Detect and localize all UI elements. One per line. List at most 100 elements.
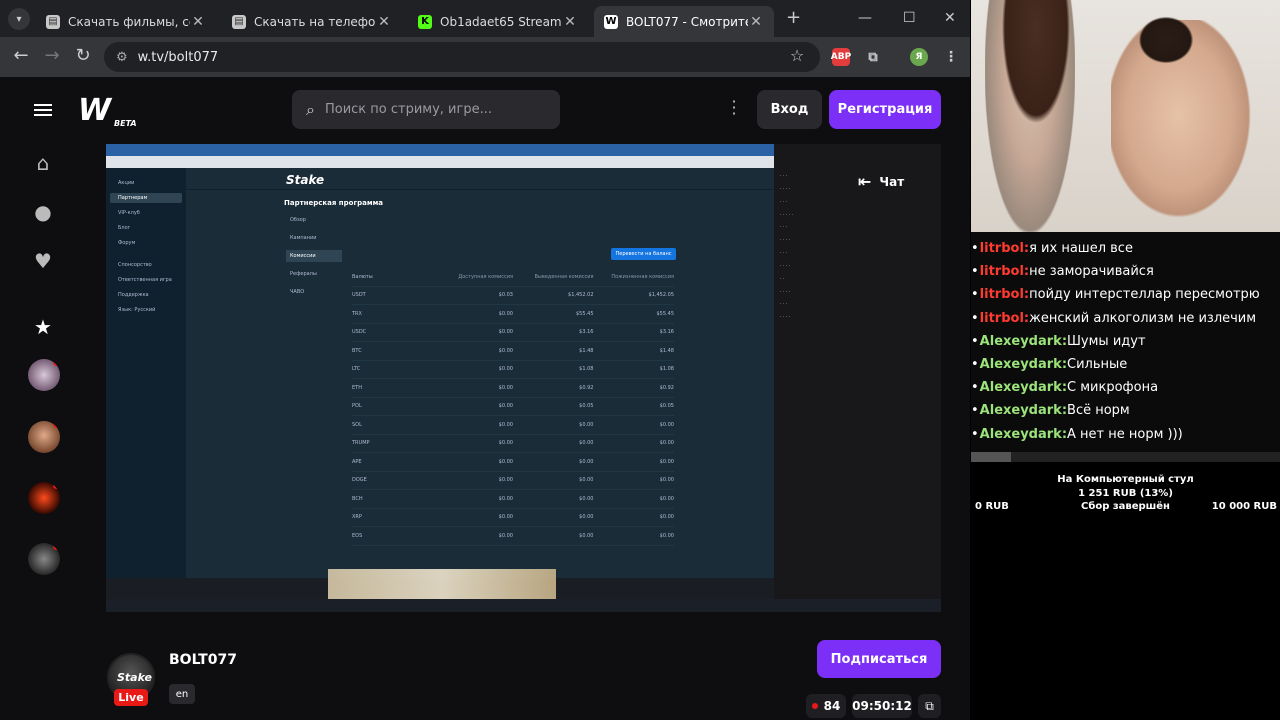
logo-badge: BETA: [114, 119, 137, 128]
heart-icon[interactable]: ♥: [31, 249, 55, 273]
close-icon[interactable]: ✕: [748, 14, 764, 30]
stake-table-row: TRX $0.00 $55.45 $55.45: [352, 305, 674, 324]
channel-avatar-text: Stake: [117, 671, 152, 684]
uptime-value: 09:50:12: [852, 699, 912, 713]
stake-table-cell: $0.92: [579, 384, 594, 391]
subscribe-button[interactable]: Подписаться: [817, 640, 941, 678]
share-icon[interactable]: ⧉: [918, 694, 941, 718]
close-window-icon[interactable]: ✕: [944, 10, 956, 26]
search-placeholder: Поиск по стриму, игре...: [324, 102, 492, 117]
back-icon[interactable]: ←: [9, 45, 33, 66]
stake-menu-item: Кампании: [290, 235, 317, 241]
stake-table-cell: USDC: [352, 329, 367, 336]
overlay-chat-text: женский алкоголизм не излечим: [1029, 310, 1257, 326]
followed-channel-avatar[interactable]: [28, 359, 60, 391]
stake-table-cell: $0.00: [498, 347, 513, 354]
search-input[interactable]: ⌕ Поиск по стриму, игре...: [292, 90, 560, 129]
stake-table-cell: DOGE: [352, 477, 367, 484]
stake-table-row: XRP $0.00 $0.00 $0.00: [352, 509, 674, 527]
stake-table-cell: $55.45: [576, 310, 594, 317]
tab-3[interactable]: K Ob1adaet65 Stream - Watch ✕: [408, 6, 588, 37]
home-icon[interactable]: ⌂: [31, 151, 55, 175]
close-icon[interactable]: ✕: [190, 14, 206, 30]
donation-goal: На Компьютерный стул 1 251 RUB (13%) 0 R…: [971, 462, 1280, 720]
overlay-chat-text: Шумы идут: [1067, 333, 1146, 349]
register-label: Регистрация: [837, 102, 933, 117]
stake-menu: Обзор Кампании Комиссии Рефералы ЧАВО: [286, 214, 342, 304]
reload-icon[interactable]: ↻: [71, 45, 95, 66]
browse-search-icon[interactable]: ●: [31, 200, 55, 224]
bullet-icon: •: [971, 357, 979, 372]
channel-name[interactable]: BOLT077: [169, 652, 237, 668]
stake-table-cell: $0.00: [498, 514, 513, 521]
register-button[interactable]: Регистрация: [829, 90, 941, 129]
kick-icon: K: [418, 14, 432, 29]
tab-title: BOLT077 - Смотрите в Лай: [626, 14, 748, 29]
maximize-icon[interactable]: ☐: [903, 10, 916, 26]
stake-logo: Stake: [286, 173, 325, 187]
site-logo[interactable]: W BETA: [78, 93, 137, 128]
stake-table-cell: $0.00: [498, 458, 513, 465]
chat-toggle-button[interactable]: ⇤ Чат: [858, 172, 904, 191]
live-dot: [53, 421, 60, 428]
stake-side-item: Блог: [118, 225, 131, 231]
overlay-chat-user: Alexeydark: [979, 403, 1062, 419]
stake-menu-item: Комиссии: [286, 250, 342, 262]
tab-1[interactable]: ▤ Скачать фильмы, сериалы ✕: [36, 6, 216, 37]
stake-table-cell: $1,452.05: [648, 292, 674, 299]
browser-menu-icon[interactable]: ⋮: [942, 48, 960, 66]
live-badge: Live: [114, 689, 148, 706]
language-tag[interactable]: en: [169, 684, 195, 704]
close-icon[interactable]: ✕: [562, 14, 578, 30]
stake-table-cell: $0.00: [659, 440, 674, 447]
overlay-chat-user: Alexeydark: [979, 380, 1062, 396]
tab-search-icon[interactable]: ▾: [8, 8, 30, 30]
star-icon[interactable]: ★: [31, 315, 55, 339]
adblock-icon[interactable]: ABP: [831, 48, 851, 66]
goal-current: 1 251 RUB (13%): [1078, 488, 1173, 499]
stake-table-cell: $0.05: [579, 403, 594, 410]
bullet-icon: •: [971, 333, 979, 349]
stake-page-title: Партнерская программа: [284, 199, 384, 207]
followed-channel-avatar[interactable]: [28, 543, 60, 575]
minimize-icon[interactable]: —: [858, 10, 872, 26]
overlay-chat-message: •Alexeydark:Всё норм: [971, 403, 1130, 418]
stake-table-cell: POL: [352, 403, 362, 410]
site-info-icon[interactable]: ⚙: [116, 50, 128, 65]
forward-icon[interactable]: →: [40, 45, 64, 66]
close-icon[interactable]: ✕: [376, 14, 392, 30]
video-player[interactable]: Акции Партнерам VIP-клуб Блог Форум Спон…: [106, 144, 941, 612]
overlay-chat-text: пойду интерстеллар пересмотрю: [1029, 287, 1260, 303]
film-icon: ▤: [232, 14, 246, 29]
bookmark-star-icon[interactable]: ☆: [785, 46, 809, 65]
menu-icon[interactable]: [34, 101, 52, 119]
bullet-icon: •: [971, 403, 979, 419]
stake-table-row: BTC $0.00 $1.48 $1.48: [352, 342, 674, 361]
bullet-icon: •: [971, 287, 979, 303]
address-bar[interactable]: ⚙ w.tv/bolt077: [104, 42, 820, 72]
stake-table-cell: XRP: [352, 514, 362, 521]
stake-side-item: VIP-клуб: [118, 210, 140, 216]
viewer-count-value: 84: [823, 699, 841, 713]
overlay-chat-message: •litrbol:женский алкоголизм не излечим: [971, 311, 1256, 326]
followed-channel-avatar[interactable]: [28, 482, 60, 514]
tab-4-active[interactable]: W BOLT077 - Смотрите в Лай ✕: [594, 6, 774, 37]
new-tab-icon[interactable]: +: [786, 7, 801, 28]
login-button[interactable]: Вход: [757, 90, 822, 129]
more-options-icon[interactable]: · · ·: [730, 94, 738, 122]
live-label: Live: [118, 691, 144, 704]
followed-channel-avatar[interactable]: [28, 421, 60, 453]
profile-avatar[interactable]: Я: [910, 48, 928, 66]
stake-sidebar: Акции Партнерам VIP-клуб Блог Форум Спон…: [106, 168, 186, 578]
extensions-icon[interactable]: ⧉: [864, 48, 882, 66]
overlay-chat-user: litrbol: [979, 310, 1024, 326]
stake-table-cell: TRUMP: [352, 440, 370, 447]
stake-table-cell: $1,452.02: [568, 292, 594, 299]
stake-table-cell: $0.00: [659, 514, 674, 521]
tab-2[interactable]: ▤ Скачать на телефон Цикл ✕: [222, 6, 402, 37]
overlay-chat-user: litrbol: [979, 241, 1024, 256]
overlay-chat-text: Сильные: [1067, 357, 1128, 372]
stake-table-cell: LTC: [352, 366, 361, 373]
stream-screen-stake: Акции Партнерам VIP-клуб Блог Форум Спон…: [106, 168, 774, 578]
login-label: Вход: [770, 102, 809, 117]
